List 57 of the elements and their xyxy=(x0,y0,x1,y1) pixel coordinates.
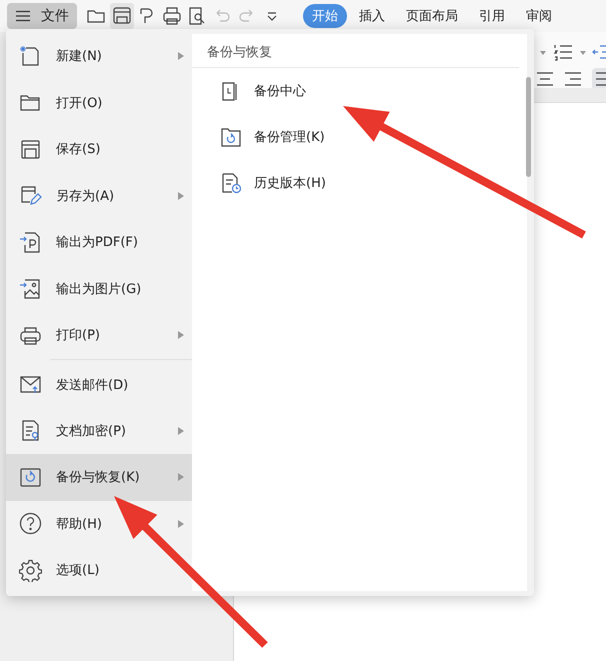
menu-item[interactable]: 发送邮件(D) xyxy=(6,358,192,408)
menu-item-label: 发送邮件(D) xyxy=(56,376,128,394)
scrollbar[interactable] xyxy=(526,77,531,177)
menu-item[interactable]: 文档加密(P) xyxy=(6,408,192,454)
submenu-item[interactable]: 备份管理(K) xyxy=(192,114,527,160)
submenu-title: 备份与恢复 xyxy=(192,34,519,68)
backup-icon xyxy=(19,466,42,489)
menu-item-label: 新建(N) xyxy=(56,48,102,66)
ribbon-tab[interactable]: 页面布局 xyxy=(397,4,467,28)
menu-item[interactable]: 打印(P) xyxy=(6,312,192,358)
history-icon xyxy=(220,172,243,194)
menu-item-label: 帮助(H) xyxy=(56,516,102,533)
align-right-icon[interactable] xyxy=(564,71,582,87)
menu-item-label: 文档加密(P) xyxy=(56,422,126,440)
submenu-arrow-icon xyxy=(178,331,184,340)
menu-icon xyxy=(15,10,31,22)
submenu-item[interactable]: 备份中心 xyxy=(192,68,527,114)
submenu-item-label: 历史版本(H) xyxy=(254,175,326,192)
submenu-arrow-icon xyxy=(178,426,184,435)
menu-item-label: 另存为(A) xyxy=(56,188,114,205)
menu-item[interactable]: 打开(O) xyxy=(6,80,192,126)
submenu-arrow-icon xyxy=(178,192,184,200)
submenu-item[interactable]: 历史版本(H) xyxy=(192,160,527,206)
menu-item[interactable]: 另存为(A) xyxy=(6,172,192,219)
menu-item[interactable]: 保存(S) xyxy=(6,126,192,172)
menu-item-label: 保存(S) xyxy=(56,141,100,158)
settings-icon xyxy=(19,558,42,582)
pdf-export-icon xyxy=(19,230,42,254)
menu-item[interactable]: 新建(N) xyxy=(6,33,192,80)
menu-item[interactable]: 输出为PDF(F) xyxy=(6,219,192,266)
help-icon xyxy=(19,512,42,536)
menu-item[interactable]: 备份与恢复(K) xyxy=(6,454,192,500)
align-center-icon[interactable] xyxy=(536,71,554,87)
submenu-arrow-icon xyxy=(178,473,184,482)
submenu-item-label: 备份中心 xyxy=(254,83,306,100)
menu-item-label: 输出为PDF(F) xyxy=(56,234,138,252)
menu-item-label: 选项(L) xyxy=(56,562,100,580)
backup-folder-icon xyxy=(220,126,243,148)
menu-item[interactable]: 帮助(H) xyxy=(6,500,192,547)
printer-icon[interactable] xyxy=(161,5,183,27)
menu-item[interactable]: 输出为图片(G) xyxy=(6,266,192,312)
menu-item-label: 备份与恢复(K) xyxy=(56,469,140,486)
save-icon xyxy=(19,138,42,161)
menu-item-label: 输出为图片(G) xyxy=(56,280,142,298)
menu-item[interactable]: 选项(L) xyxy=(6,547,192,594)
image-export-icon xyxy=(19,277,42,300)
file-menu-button[interactable]: 文件 xyxy=(7,3,77,29)
numbered-list-icon xyxy=(552,42,574,62)
ribbon-tab[interactable]: 插入 xyxy=(350,4,394,28)
submenu-item-label: 备份管理(K) xyxy=(254,129,325,146)
submenu-arrow-icon xyxy=(178,52,184,60)
save-as-icon xyxy=(19,184,42,208)
ribbon-tab[interactable]: 审阅 xyxy=(517,4,561,28)
menu-item-label: 打开(O) xyxy=(56,94,102,112)
submenu-arrow-icon xyxy=(178,520,184,528)
ribbon-tab[interactable]: 引用 xyxy=(470,4,514,28)
menu-item-label: 打印(P) xyxy=(56,327,100,344)
